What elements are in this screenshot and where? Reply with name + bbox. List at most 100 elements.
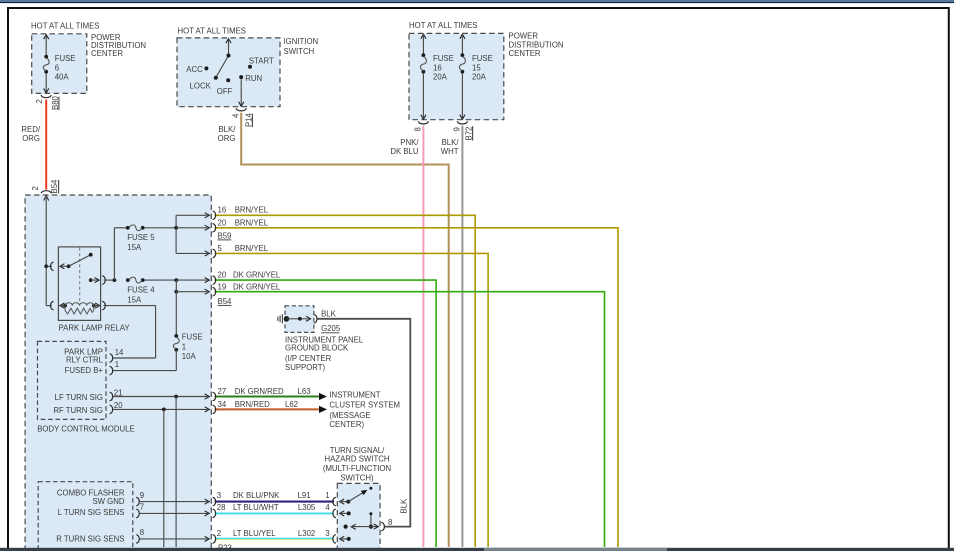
svg-text:CENTER: CENTER bbox=[509, 49, 541, 58]
svg-text:BRN/YEL: BRN/YEL bbox=[235, 206, 269, 215]
svg-text:PNK/: PNK/ bbox=[400, 138, 419, 147]
svg-text:6: 6 bbox=[55, 63, 59, 72]
svg-text:FUSE 5: FUSE 5 bbox=[127, 233, 155, 242]
svg-text:15: 15 bbox=[472, 63, 481, 72]
svg-text:L TURN SIG SENS: L TURN SIG SENS bbox=[58, 508, 125, 517]
svg-text:CENTER): CENTER) bbox=[329, 420, 364, 429]
svg-text:14: 14 bbox=[115, 348, 124, 357]
svg-text:FUSE: FUSE bbox=[182, 333, 203, 342]
svg-text:L62: L62 bbox=[285, 400, 298, 409]
svg-text:(MULTI-FUNCTION: (MULTI-FUNCTION bbox=[323, 464, 391, 473]
svg-text:BLK: BLK bbox=[399, 498, 408, 514]
svg-text:27: 27 bbox=[218, 387, 227, 396]
svg-text:L305: L305 bbox=[298, 503, 316, 512]
svg-text:IGNITION: IGNITION bbox=[284, 37, 319, 46]
svg-text:CLUSTER SYSTEM: CLUSTER SYSTEM bbox=[329, 400, 400, 409]
svg-text:ORG: ORG bbox=[218, 134, 236, 143]
svg-text:1: 1 bbox=[115, 360, 119, 369]
svg-text:B54: B54 bbox=[50, 179, 59, 194]
svg-text:L302: L302 bbox=[298, 529, 315, 538]
svg-text:(MESSAGE: (MESSAGE bbox=[329, 411, 370, 420]
svg-text:BODY CONTROL MODULE: BODY CONTROL MODULE bbox=[37, 424, 134, 433]
svg-text:20: 20 bbox=[114, 401, 123, 410]
svg-text:FUSE: FUSE bbox=[55, 54, 76, 63]
svg-text:RLY CTRL: RLY CTRL bbox=[66, 356, 104, 365]
svg-text:9: 9 bbox=[453, 127, 462, 131]
svg-text:PARK LAMP RELAY: PARK LAMP RELAY bbox=[59, 324, 131, 333]
svg-text:HOT AT ALL TIMES: HOT AT ALL TIMES bbox=[178, 27, 246, 36]
svg-text:1: 1 bbox=[182, 342, 186, 351]
svg-text:L91: L91 bbox=[298, 491, 311, 500]
svg-text:16: 16 bbox=[433, 63, 442, 72]
svg-text:SUPPORT): SUPPORT) bbox=[285, 363, 326, 372]
svg-text:R TURN SIG SENS: R TURN SIG SENS bbox=[56, 535, 124, 544]
svg-text:LT BLU/YEL: LT BLU/YEL bbox=[233, 529, 276, 538]
svg-text:7: 7 bbox=[140, 503, 144, 512]
svg-text:HAZARD SWITCH: HAZARD SWITCH bbox=[325, 454, 390, 463]
svg-text:GROUND BLOCK: GROUND BLOCK bbox=[285, 344, 349, 353]
svg-text:LF TURN SIG: LF TURN SIG bbox=[55, 393, 103, 402]
svg-text:15A: 15A bbox=[127, 243, 142, 252]
svg-text:SWITCH): SWITCH) bbox=[340, 473, 374, 482]
svg-text:2: 2 bbox=[35, 99, 44, 103]
svg-text:20A: 20A bbox=[472, 73, 487, 82]
svg-text:G205: G205 bbox=[321, 324, 341, 333]
svg-text:34: 34 bbox=[218, 400, 227, 409]
svg-text:LT BLU/WHT: LT BLU/WHT bbox=[233, 503, 279, 512]
svg-text:LOCK: LOCK bbox=[190, 81, 212, 90]
svg-text:8: 8 bbox=[140, 528, 144, 537]
svg-text:19: 19 bbox=[218, 283, 227, 292]
svg-text:16: 16 bbox=[218, 206, 227, 215]
svg-text:20: 20 bbox=[218, 270, 227, 279]
svg-text:BLK/: BLK/ bbox=[218, 125, 236, 134]
svg-text:FUSE: FUSE bbox=[472, 54, 493, 63]
svg-text:ACC: ACC bbox=[186, 65, 203, 74]
svg-text:RUN: RUN bbox=[245, 74, 262, 83]
svg-text:HOT AT ALL TIMES: HOT AT ALL TIMES bbox=[31, 21, 99, 30]
svg-text:DK GRN/YEL: DK GRN/YEL bbox=[233, 283, 281, 292]
svg-text:20A: 20A bbox=[433, 73, 448, 82]
svg-text:2: 2 bbox=[217, 529, 221, 538]
svg-text:15A: 15A bbox=[127, 295, 142, 304]
svg-text:POWER: POWER bbox=[509, 32, 539, 41]
svg-text:WHT: WHT bbox=[441, 147, 459, 156]
svg-text:20: 20 bbox=[218, 218, 227, 227]
svg-text:FUSED B+: FUSED B+ bbox=[65, 366, 104, 375]
svg-text:START: START bbox=[249, 57, 274, 66]
svg-text:1: 1 bbox=[325, 491, 329, 500]
svg-text:SW GND: SW GND bbox=[92, 497, 124, 506]
svg-text:8: 8 bbox=[388, 518, 392, 527]
svg-text:8: 8 bbox=[414, 127, 423, 131]
svg-text:4: 4 bbox=[232, 113, 241, 118]
svg-text:CENTER: CENTER bbox=[91, 49, 123, 58]
svg-text:FUSE: FUSE bbox=[433, 54, 454, 63]
svg-text:BRN/YEL: BRN/YEL bbox=[235, 244, 269, 253]
svg-text:OFF: OFF bbox=[217, 87, 233, 96]
svg-text:FUSE 4: FUSE 4 bbox=[127, 285, 155, 294]
svg-text:L63: L63 bbox=[298, 387, 311, 396]
svg-text:INSTRUMENT: INSTRUMENT bbox=[329, 391, 380, 400]
svg-text:40A: 40A bbox=[55, 73, 70, 82]
svg-text:RF TURN SIG: RF TURN SIG bbox=[53, 406, 103, 415]
svg-text:B59: B59 bbox=[218, 231, 232, 240]
svg-text:SWITCH: SWITCH bbox=[284, 47, 315, 56]
svg-text:DK GRN/YEL: DK GRN/YEL bbox=[233, 270, 281, 279]
svg-text:10A: 10A bbox=[182, 352, 197, 361]
svg-text:BLK/: BLK/ bbox=[442, 138, 460, 147]
svg-text:2: 2 bbox=[31, 186, 40, 190]
svg-text:B54: B54 bbox=[218, 297, 233, 306]
svg-text:3: 3 bbox=[325, 529, 329, 538]
svg-text:BLK: BLK bbox=[321, 309, 337, 318]
svg-text:4: 4 bbox=[325, 503, 330, 512]
svg-text:BRN/RED: BRN/RED bbox=[235, 400, 270, 409]
svg-text:BRN/YEL: BRN/YEL bbox=[235, 218, 269, 227]
svg-text:ORG: ORG bbox=[22, 134, 40, 143]
svg-text:HOT AT ALL TIMES: HOT AT ALL TIMES bbox=[409, 21, 477, 30]
svg-text:DK GRN/RED: DK GRN/RED bbox=[235, 387, 284, 396]
svg-text:5: 5 bbox=[218, 244, 223, 253]
svg-text:28: 28 bbox=[217, 503, 226, 512]
svg-text:DK BLU: DK BLU bbox=[390, 147, 419, 156]
svg-text:3: 3 bbox=[217, 491, 221, 500]
svg-text:DK BLU/PNK: DK BLU/PNK bbox=[233, 491, 280, 500]
svg-text:RED/: RED/ bbox=[21, 125, 40, 134]
